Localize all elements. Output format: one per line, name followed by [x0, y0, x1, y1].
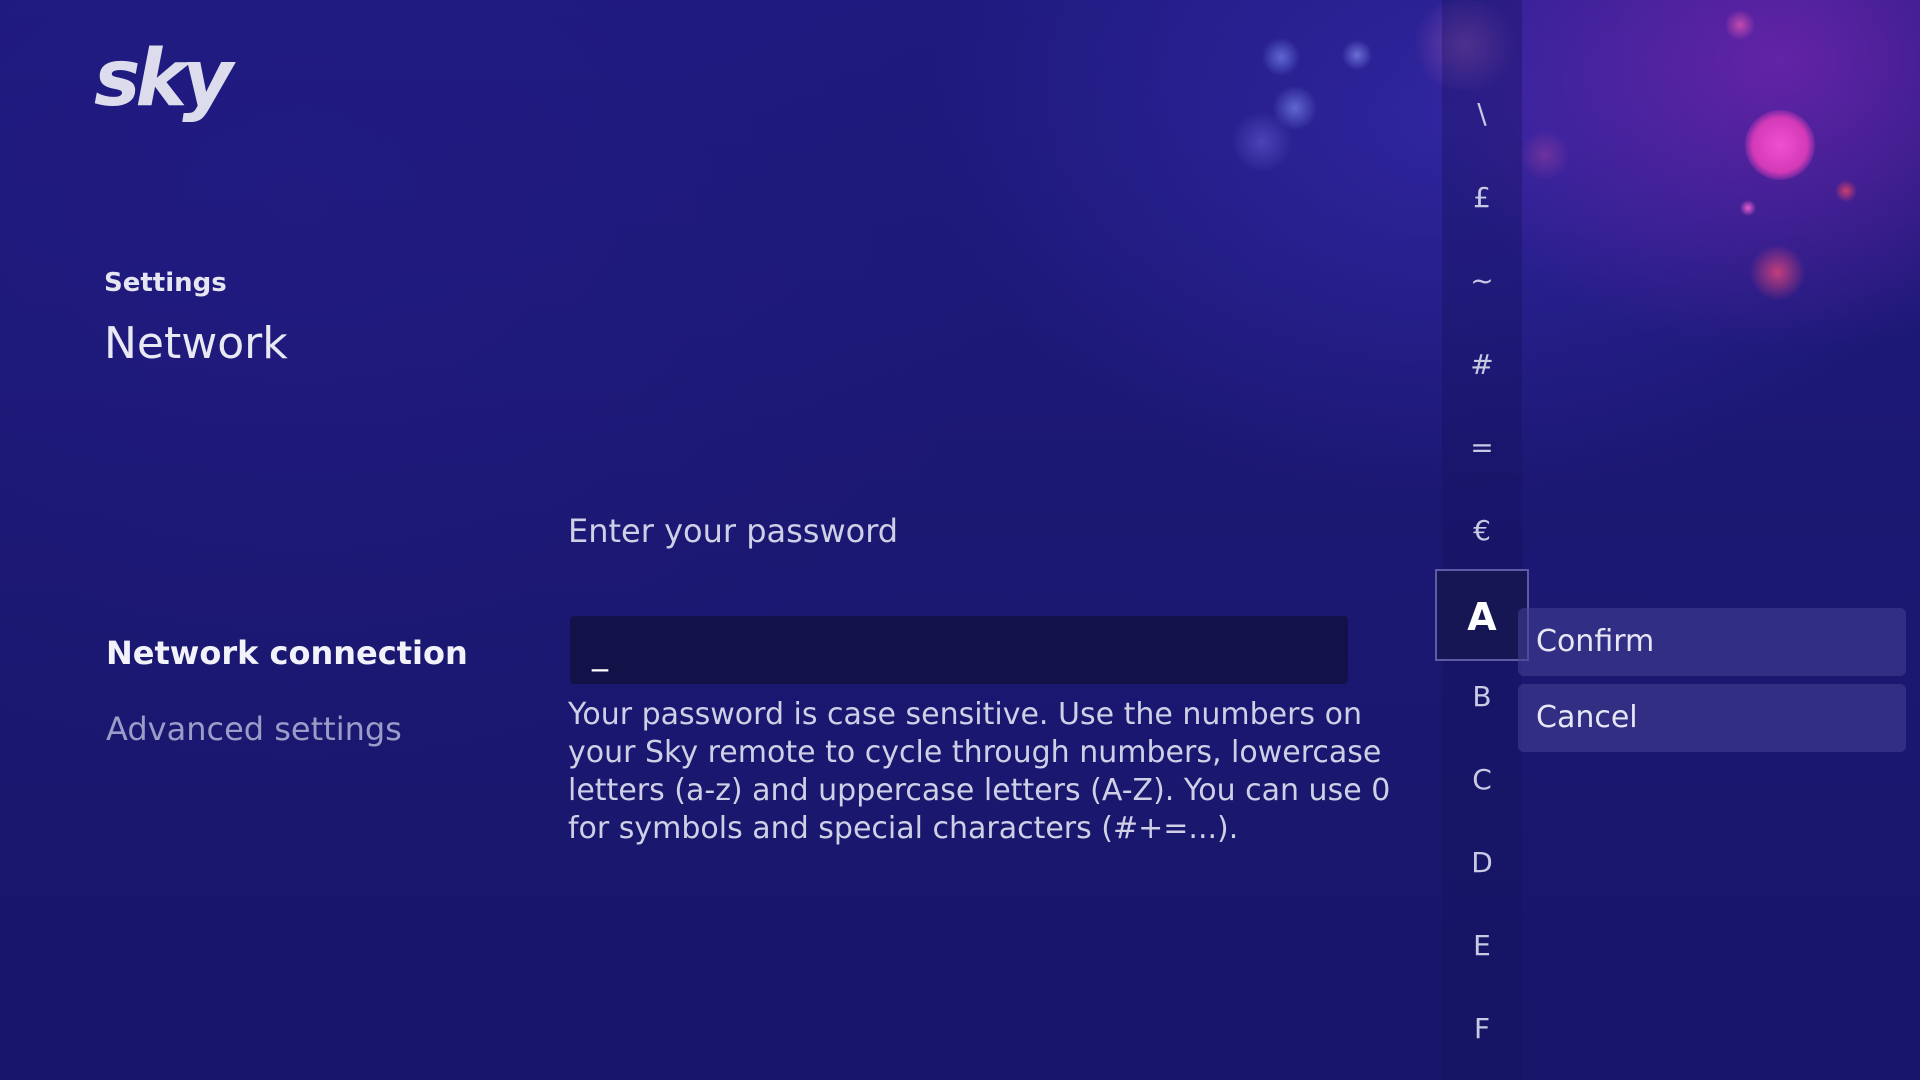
- char-a-selected[interactable]: A: [1435, 569, 1529, 661]
- menu-item-advanced-settings[interactable]: Advanced settings: [106, 710, 402, 748]
- char-tilde[interactable]: ~: [1442, 264, 1522, 297]
- password-input[interactable]: _: [570, 616, 1348, 684]
- password-prompt: Enter your password: [568, 512, 899, 550]
- bokeh-light: [1740, 200, 1756, 216]
- char-equals[interactable]: =: [1442, 431, 1522, 464]
- bokeh-light: [1750, 245, 1805, 300]
- confirm-button[interactable]: Confirm: [1518, 608, 1906, 676]
- bokeh-light: [1520, 130, 1570, 180]
- char-pound[interactable]: £: [1442, 181, 1522, 214]
- char-f[interactable]: F: [1442, 1012, 1522, 1045]
- cancel-button[interactable]: Cancel: [1518, 684, 1906, 752]
- bokeh-light: [1725, 10, 1755, 40]
- text-cursor: _: [592, 634, 608, 672]
- char-euro[interactable]: €: [1442, 514, 1522, 547]
- char-backslash[interactable]: \: [1442, 97, 1522, 130]
- password-help-text: Your password is case sensitive. Use the…: [568, 697, 1391, 846]
- breadcrumb: Settings: [104, 268, 227, 298]
- bokeh-light: [1342, 40, 1372, 70]
- bokeh-light: [1232, 112, 1292, 172]
- char-e[interactable]: E: [1442, 929, 1522, 962]
- char-d[interactable]: D: [1442, 846, 1522, 879]
- char-b[interactable]: B: [1442, 680, 1522, 713]
- sky-logo: sky: [94, 34, 233, 124]
- bokeh-light: [1262, 38, 1300, 76]
- bokeh-light: [1273, 86, 1317, 130]
- character-picker[interactable]: \ £ ~ # = € A B C D E F: [1435, 0, 1529, 1080]
- bokeh-light: [1745, 110, 1815, 180]
- char-hash[interactable]: #: [1442, 348, 1522, 381]
- menu-item-network-connection[interactable]: Network connection: [106, 634, 468, 672]
- char-c[interactable]: C: [1442, 763, 1522, 796]
- page-title: Network: [104, 318, 288, 369]
- bokeh-light: [1835, 180, 1857, 202]
